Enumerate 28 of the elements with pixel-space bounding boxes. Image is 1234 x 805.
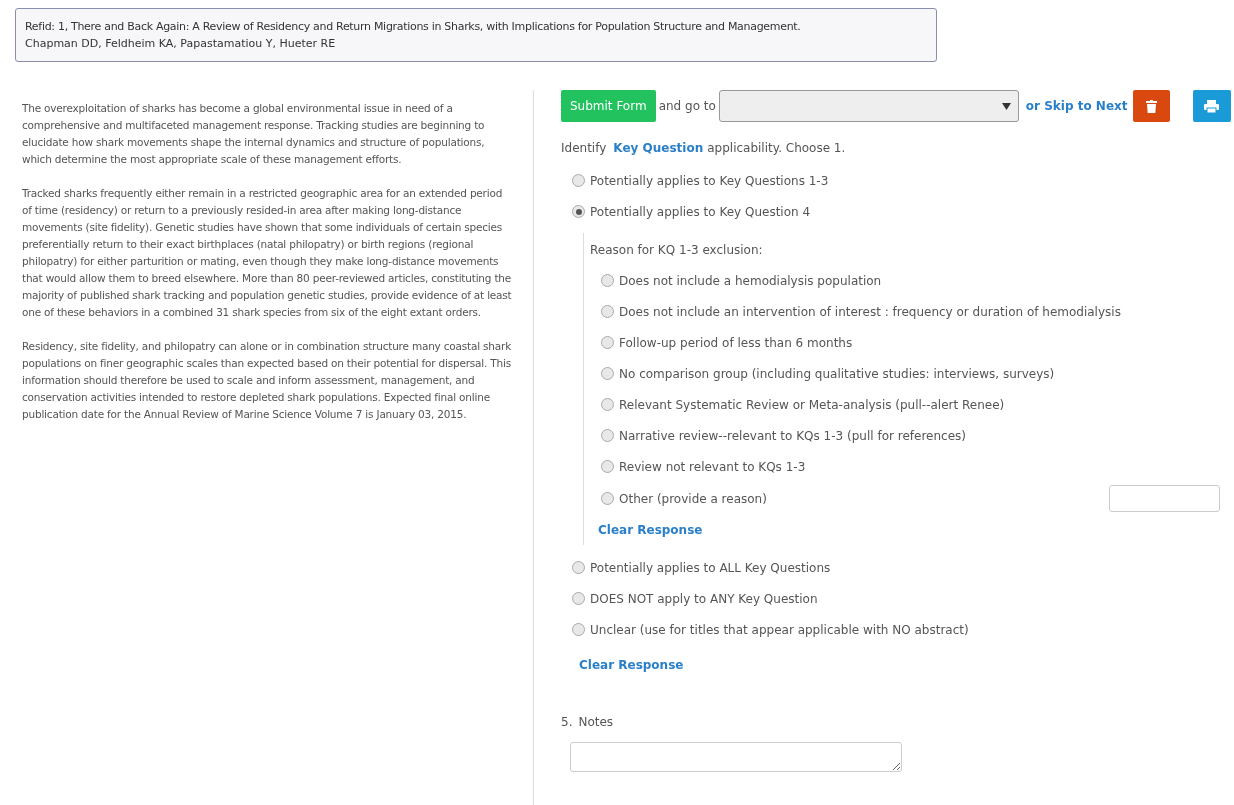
abstract-paragraph: Residency, site fidelity, and philopatry can alone or in combination structure many coastal shark populations on finer geographic scales than expected based on their potential for dispersal. This information should therefore be used to scale and inform assessment, management, and conservation activities intended to restore depleted shark populations. Expected final online publication date for the Annual Review of Marine Science Volume 7 is January 03, 2015. xyxy=(22,339,512,422)
option-label[interactable]: DOES NOT apply to ANY Key Question xyxy=(590,589,818,608)
sub-question-text: Reason for KQ 1-3 exclusion: xyxy=(590,242,764,259)
reference-title: Refid: 1, There and Back Again: A Review of Residency and Return Migrations in Sharks, with Implications for Population Structure and Management. xyxy=(25,19,802,35)
option-label[interactable]: Other (provide a reason) xyxy=(619,489,767,508)
option-label[interactable]: Does not include a hemodialysis population xyxy=(619,271,882,290)
option-label[interactable]: Review not relevant to KQs 1-3 xyxy=(619,457,806,476)
option-label[interactable]: No comparison group (including qualitative studies: interviews, surveys) xyxy=(619,364,1055,383)
option-label[interactable]: Relevant Systematic Review or Meta-analysis (pull--alert Renee) xyxy=(619,395,1005,414)
skip-link[interactable]: or Skip to Next xyxy=(1025,97,1128,115)
option-label[interactable]: Follow-up period of less than 6 months xyxy=(619,333,853,352)
reference-authors: Chapman DD, Feldheim KA, Papastamatiou Y, Hueter RE xyxy=(25,36,337,52)
go-to-label: and go to xyxy=(658,98,716,115)
clear-response-link[interactable]: Clear Response xyxy=(579,656,1234,674)
abstract-paragraph: Tracked sharks frequently either remain in a restricted geographic area for an extended period of time (residency) or return to a previously resided-in area after making long-distance movements (site fidelity). Genetic studies have shown that some individuals of certain species preferentially return to their exact birthplaces (natal philopatry) or birth regions (regional philopatry) for either parturition or mating, even though they make long-distance movements that would allow them to breed elsewhere. More than 80 peer-reviewed articles, constituting the majority of published shark tracking and population genetic studies, provide evidence of at least one of these behaviors in a combined 31 shark species from six of the eight extant orders. xyxy=(22,186,512,320)
option-label[interactable]: Potentially applies to Key Questions 1-3 xyxy=(590,171,829,190)
clear-response-link[interactable]: Clear Response xyxy=(598,521,1234,539)
option-label[interactable]: Narrative review--relevant to KQs 1-3 (pull for references) xyxy=(619,426,966,445)
question-text: applicability. Choose 1. xyxy=(707,140,846,157)
option-label[interactable]: Potentially applies to Key Question 4 xyxy=(590,202,811,221)
option-label[interactable]: Unclear (use for titles that appear applicable with NO abstract) xyxy=(590,620,969,639)
question-text: Identify xyxy=(561,140,607,157)
abstract-paragraph: The overexploitation of sharks has become a global environmental issue in need of a comprehensive and multifaceted management response. Tracking studies are beginning to elucidate how shark movements shape the internal dynamics and structure of populations, which determine the most appropriate scale of these management efforts. xyxy=(22,101,486,167)
notes-number: 5. xyxy=(561,714,573,731)
option-label[interactable]: Does not include an intervention of interest : frequency or duration of hemodialysis xyxy=(619,302,1121,321)
notes-label: Notes xyxy=(578,714,614,731)
key-question-link[interactable]: Key Question xyxy=(613,139,704,157)
option-label[interactable]: Potentially applies to ALL Key Questions xyxy=(590,558,831,577)
